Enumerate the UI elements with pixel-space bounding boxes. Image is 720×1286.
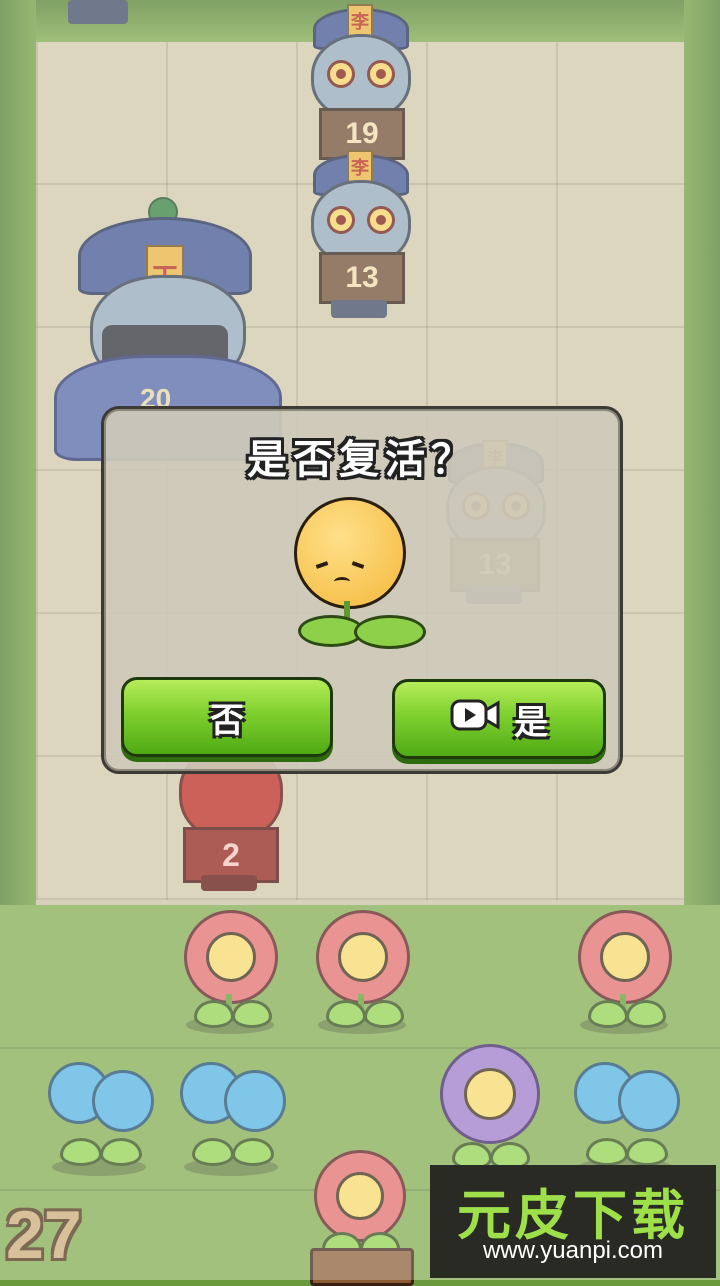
dialog-title: 是否复活？: [247, 437, 477, 483]
decline-revive-button[interactable]: 否: [121, 677, 333, 757]
watch-video-revive-button[interactable]: 是: [392, 679, 606, 759]
site-watermark: 元皮下载 www.yuanpi.com: [430, 1165, 716, 1278]
accept-label: 是: [514, 702, 548, 743]
revive-dialog: 是否复活？ 否 是: [101, 406, 623, 774]
sad-sprout-icon: [290, 497, 430, 649]
watermark-url: www.yuanpi.com: [482, 1237, 664, 1264]
video-camera-icon: [450, 697, 514, 742]
decline-label: 否: [210, 700, 244, 741]
